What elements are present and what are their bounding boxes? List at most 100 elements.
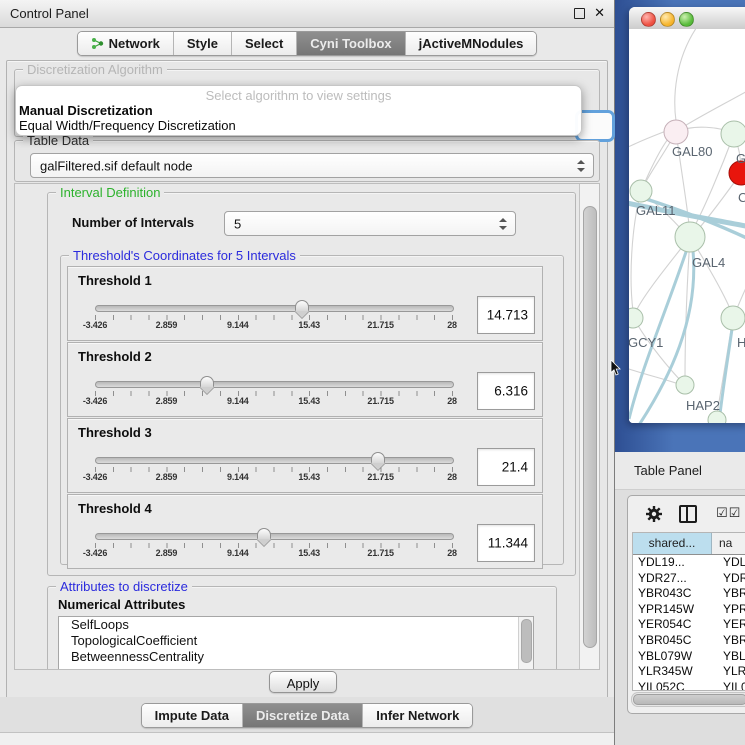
slider-tick-labels: -3.426 2.859 9.144 15.43 21.715 28 — [95, 548, 452, 560]
screen: Control Panel ✕ Network Style Select Cyn… — [0, 0, 745, 745]
tab-network[interactable]: Network — [78, 32, 173, 55]
cell: YLR345W — [633, 664, 716, 680]
number-of-intervals-select[interactable]: 5 — [224, 211, 516, 236]
dropdown-option-equal-width-frequency[interactable]: Equal Width/Frequency Discretization — [16, 118, 581, 133]
slider-thumb[interactable] — [257, 528, 271, 539]
tab-label: Network — [109, 36, 160, 51]
table-row[interactable]: YIL052CYIL0 — [633, 680, 745, 691]
node-label-partial-ga: GA — [736, 151, 745, 166]
control-panel-window: Control Panel ✕ Network Style Select Cyn… — [0, 0, 615, 745]
tick-label: 2.859 — [156, 320, 178, 330]
threshold-2-value-field[interactable]: 6.316 — [477, 372, 535, 410]
column-header-name[interactable]: na — [712, 533, 745, 554]
list-item[interactable]: SelfLoops — [59, 617, 533, 633]
checkbox-options-icons[interactable]: ☑☑ — [716, 505, 741, 521]
tick-label: 21.715 — [367, 472, 393, 482]
network-node-gcy1[interactable] — [629, 308, 643, 328]
table-row[interactable]: YBR045CYBR0 — [633, 633, 745, 649]
threshold-1-value-field[interactable]: 14.713 — [477, 296, 535, 334]
network-canvas[interactable]: GAL80 GA C GAL11 GAL4 GCY1 H HAP2 — [629, 29, 745, 423]
tab-label: Discretize Data — [256, 708, 349, 723]
tab-label: jActiveMNodules — [419, 36, 524, 51]
tab-select[interactable]: Select — [231, 32, 296, 55]
tick-label: 9.144 — [227, 472, 249, 482]
network-window-titlebar — [629, 7, 745, 30]
table-row[interactable]: YLR345WYLR3 — [633, 664, 745, 680]
tick-label: 28 — [447, 472, 457, 482]
tab-impute-data[interactable]: Impute Data — [142, 704, 242, 727]
list-item[interactable]: BetweennessCentrality — [59, 649, 533, 665]
table-row[interactable]: YDR27...YDR2 — [633, 571, 745, 587]
table-horizontal-scrollbar[interactable] — [631, 692, 745, 707]
network-node-gal4[interactable] — [675, 222, 705, 252]
numerical-attributes-list[interactable]: SelfLoops TopologicalCoefficient Between… — [58, 616, 534, 670]
slider-thumb[interactable] — [371, 452, 385, 463]
dropdown-option-manual-discretization[interactable]: Manual Discretization — [16, 103, 581, 118]
close-icon[interactable]: ✕ — [594, 5, 605, 21]
zoom-traffic-light[interactable] — [679, 12, 694, 27]
gear-icon[interactable] — [645, 505, 663, 523]
network-node-gal11[interactable] — [630, 180, 652, 202]
apply-button[interactable]: Apply — [269, 671, 337, 693]
table-panel-toolbar: ☑☑ — [628, 496, 745, 532]
cell: YPR145W — [633, 602, 716, 618]
settings-vertical-scrollbar[interactable] — [579, 184, 599, 669]
tick-label: -3.426 — [83, 396, 107, 406]
network-node-top-right[interactable] — [721, 121, 745, 147]
window-bottom-edge — [0, 733, 614, 745]
list-item[interactable]: TopologicalCoefficient — [59, 633, 533, 649]
minimize-traffic-light[interactable] — [660, 12, 675, 27]
threshold-3-slider[interactable] — [95, 457, 454, 464]
slider-thumb[interactable] — [295, 300, 309, 311]
threshold-value: 14.713 — [487, 308, 528, 323]
node-label-gcy1: GCY1 — [629, 335, 663, 350]
tab-discretize-data[interactable]: Discretize Data — [242, 704, 362, 727]
window-title: Control Panel — [10, 6, 89, 21]
list-scrollbar[interactable] — [518, 617, 533, 669]
network-node-h[interactable] — [721, 306, 745, 330]
tick-label: -3.426 — [83, 472, 107, 482]
table-row[interactable]: YBL079WYBL0 — [633, 649, 745, 665]
cell: YPR1 — [716, 602, 745, 618]
threshold-3-value-field[interactable]: 21.4 — [477, 448, 535, 486]
table-row[interactable]: YER054CYER0 — [633, 617, 745, 633]
tab-cyni-toolbox[interactable]: Cyni Toolbox — [296, 32, 404, 55]
network-view-window: GAL80 GA C GAL11 GAL4 GCY1 H HAP2 — [629, 7, 745, 423]
slider-tick-labels: -3.426 2.859 9.144 15.43 21.715 28 — [95, 396, 452, 408]
table-panel-box: ☑☑ shared... na YDL19...YDL1 YDR27...YDR… — [627, 495, 745, 714]
table-row[interactable]: YBR043CYBR0 — [633, 586, 745, 602]
tick-label: 15.43 — [298, 472, 320, 482]
network-node-gal80[interactable] — [664, 120, 688, 144]
threshold-1-slider[interactable] — [95, 305, 454, 312]
tab-jactivemnodules[interactable]: jActiveMNodules — [405, 32, 537, 55]
float-window-icon[interactable] — [574, 8, 585, 19]
threshold-2-panel: Threshold 2 -3.426 2.859 9.144 15.43 21.… — [67, 342, 543, 417]
table-row[interactable]: YPR145WYPR1 — [633, 602, 745, 618]
threshold-4-slider[interactable] — [95, 533, 454, 540]
tab-infer-network[interactable]: Infer Network — [362, 704, 472, 727]
threshold-3-panel: Threshold 3 -3.426 2.859 9.144 15.43 21.… — [67, 418, 543, 493]
column-layout-icon[interactable] — [679, 505, 697, 523]
tick-label: 15.43 — [298, 396, 320, 406]
threshold-value: 21.4 — [502, 460, 528, 475]
node-label-gal11: GAL11 — [636, 203, 676, 218]
node-label-gal80: GAL80 — [672, 144, 712, 159]
tick-label: 28 — [447, 396, 457, 406]
group-title: Discretization Algorithm — [23, 62, 167, 77]
cell: YIL0 — [716, 680, 745, 691]
table-row[interactable]: YDL19...YDL1 — [633, 555, 745, 571]
node-label-hap2: HAP2 — [686, 398, 720, 413]
threshold-value: 6.316 — [494, 384, 528, 399]
threshold-2-slider[interactable] — [95, 381, 454, 388]
table-data-select[interactable]: galFiltered.sif default node — [30, 153, 594, 178]
threshold-4-value-field[interactable]: 11.344 — [477, 524, 535, 562]
tab-style[interactable]: Style — [173, 32, 231, 55]
close-traffic-light[interactable] — [641, 12, 656, 27]
tick-label: 28 — [447, 320, 457, 330]
dropdown-hint: Select algorithm to view settings — [16, 89, 581, 103]
network-node-hap2[interactable] — [676, 376, 694, 394]
slider-thumb[interactable] — [200, 376, 214, 387]
slider-tick-labels: -3.426 2.859 9.144 15.43 21.715 28 — [95, 320, 452, 332]
cell: YBR045C — [633, 633, 716, 649]
column-header-shared-name[interactable]: shared... — [633, 533, 712, 554]
